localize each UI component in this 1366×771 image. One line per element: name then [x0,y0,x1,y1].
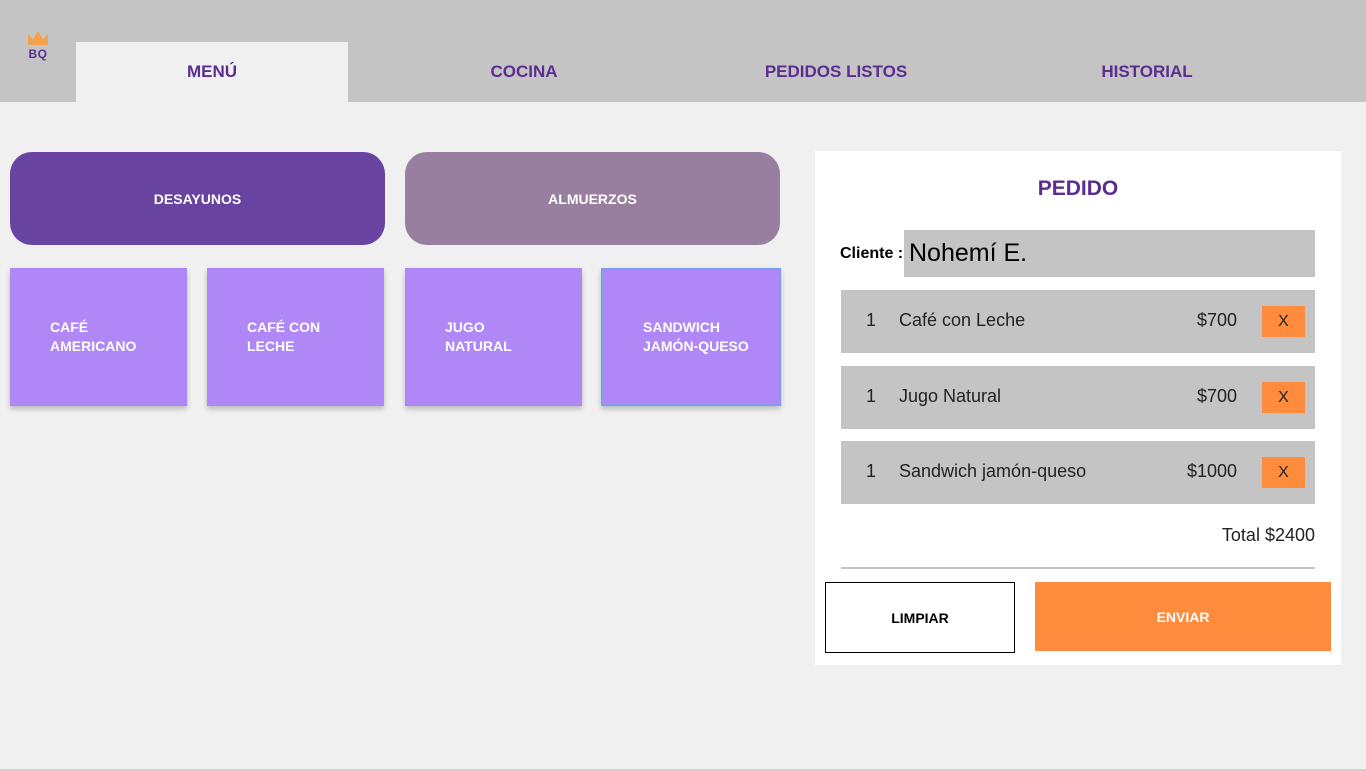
menu-item-label-line1: CAFÉ CON [247,319,321,335]
order-row: 1 Sandwich jamón-queso $1000 X [841,441,1315,504]
menu-item-label-line2: LECHE [247,338,295,354]
clear-order-button[interactable]: LIMPIAR [825,582,1015,653]
menu-item-label-line1: CAFÉ [50,319,89,335]
tab-historial[interactable]: HISTORIAL [1011,42,1283,102]
order-row-name: Café con Leche [899,310,1026,330]
logo-text: BQ [28,47,48,61]
menu-item-label-line2: NATURAL [445,338,512,354]
order-panel: PEDIDO Cliente : 1 Café con Leche $700 X… [815,151,1341,665]
order-row: 1 Jugo Natural $700 X [841,366,1315,429]
order-row-price: $700 [1196,310,1237,330]
menu-item-jugo-natural[interactable]: JUGO NATURAL [405,268,582,406]
brand-logo: BQ [22,30,54,70]
order-total: Total $2400 [1221,525,1315,545]
menu-item-label-line1: JUGO [445,319,485,335]
order-row-qty: 1 [866,310,877,330]
order-row: 1 Café con Leche $700 X [841,290,1315,353]
menu-item-cafe-americano[interactable]: CAFÉ AMERICANO [10,268,187,406]
remove-item-button[interactable]: X [1262,382,1305,413]
tab-menu[interactable]: MENÚ [76,42,348,102]
menu-item-label: JUGO NATURAL [405,318,555,356]
remove-item-button[interactable]: X [1262,306,1305,337]
order-row-name: Sandwich jamón-queso [899,461,1087,481]
menu-item-label: CAFÉ AMERICANO [10,318,160,356]
order-title: PEDIDO [1037,177,1119,200]
menu-item-sandwich-jamon-queso[interactable]: SANDWICH JAMÓN-QUESO [601,268,781,406]
tab-cocina[interactable]: COCINA [388,42,660,102]
category-desayunos-button[interactable]: DESAYUNOS [10,152,385,245]
menu-item-label-line1: SANDWICH [643,319,720,335]
send-order-button[interactable]: ENVIAR [1035,582,1331,651]
menu-item-cafe-con-leche[interactable]: CAFÉ CON LECHE [207,268,384,406]
menu-item-label: CAFÉ CON LECHE [207,318,357,356]
order-row-price: $1000 [1186,461,1237,481]
top-navigation-bar: BQ MENÚ COCINA PEDIDOS LISTOS HISTORIAL [0,0,1366,102]
divider [841,567,1315,569]
menu-item-label-line2: AMERICANO [50,338,137,354]
remove-item-button[interactable]: X [1262,457,1305,488]
order-row-qty: 1 [866,461,877,481]
menu-item-label: SANDWICH JAMÓN-QUESO [603,318,753,356]
order-row-qty: 1 [866,386,877,406]
client-label: Cliente : [840,245,904,262]
category-almuerzos-button[interactable]: ALMUERZOS [405,152,780,245]
order-row-price: $700 [1196,386,1237,406]
client-name-input[interactable] [904,230,1315,277]
crown-icon [28,31,48,45]
menu-item-label-line2: JAMÓN-QUESO [643,338,749,354]
order-row-name: Jugo Natural [899,386,1002,406]
tab-pedidos-listos[interactable]: PEDIDOS LISTOS [700,42,972,102]
